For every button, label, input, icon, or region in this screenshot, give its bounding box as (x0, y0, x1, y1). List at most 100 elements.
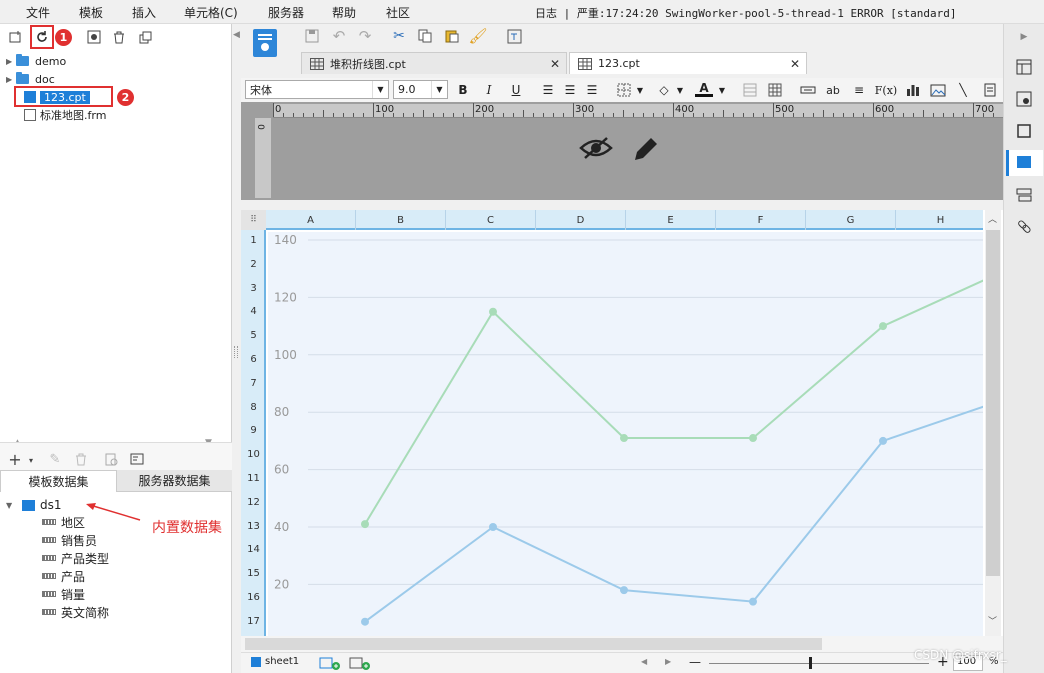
row-label[interactable]: 14 (241, 544, 266, 555)
data-point[interactable] (879, 322, 887, 331)
data-point[interactable] (749, 597, 757, 606)
font-size-select[interactable]: 9.0 ▼ (393, 80, 448, 99)
data-point[interactable] (879, 436, 887, 445)
row-label[interactable]: 12 (241, 497, 266, 508)
row-label[interactable]: 15 (241, 568, 266, 579)
delete-dataset-icon[interactable] (72, 450, 90, 468)
row-label[interactable]: 8 (241, 402, 266, 413)
menu-community[interactable]: 社区 (386, 4, 410, 21)
chart-attr-tab[interactable] (1006, 150, 1043, 176)
tab-template-dataset[interactable]: 模板数据集 (0, 470, 117, 492)
font-color-icon[interactable]: A (695, 81, 713, 97)
close-icon[interactable]: ✕ (550, 57, 560, 71)
log-status[interactable]: 日志 | 严重:17:24:20 SwingWorker-pool-5-thre… (535, 5, 957, 21)
copy-doc-icon[interactable] (416, 27, 434, 45)
zoom-slider-track[interactable] (709, 663, 929, 664)
font-select[interactable]: 宋体 ▼ (245, 80, 389, 99)
row-label[interactable]: 2 (241, 259, 266, 270)
dataset-settings-icon[interactable] (128, 450, 146, 468)
tab-stacked-line[interactable]: 堆积折线图.cpt ✕ (301, 52, 567, 74)
tree-item-map-frm[interactable]: 标准地图.frm (24, 106, 106, 124)
next-sheet-icon[interactable]: ▶ (665, 657, 671, 666)
field-item[interactable]: 英文简称 (42, 603, 109, 621)
tree-item-123-cpt[interactable]: 123.cpt (24, 88, 90, 106)
formula-button[interactable]: F(x) (875, 81, 897, 99)
redo-icon[interactable]: ↷ (356, 27, 374, 45)
row-label[interactable]: 10 (241, 449, 266, 460)
sheet-tab[interactable]: sheet1 (251, 656, 299, 667)
edit-icon[interactable]: ✎ (46, 450, 64, 468)
row-label[interactable]: 7 (241, 378, 266, 389)
panel-splitter[interactable]: ◀ (232, 24, 241, 673)
series-line-1[interactable] (364, 279, 985, 525)
row-label[interactable]: 11 (241, 473, 266, 484)
chevron-down-icon[interactable]: ▼ (372, 81, 388, 98)
new-folder-icon[interactable] (7, 28, 25, 46)
chart-icon[interactable] (904, 81, 922, 99)
hide-eye-icon[interactable] (579, 136, 613, 163)
template-icon[interactable] (253, 29, 277, 57)
scroll-down-icon[interactable]: ﹀ (988, 614, 997, 627)
refresh-icon[interactable] (33, 28, 51, 46)
menu-insert[interactable]: 插入 (132, 4, 156, 21)
align-right-icon[interactable]: ☰ (583, 81, 601, 99)
add-sheet-icon[interactable] (319, 656, 343, 673)
widget-settings-icon[interactable] (1014, 90, 1034, 108)
data-point[interactable] (361, 617, 369, 626)
data-point[interactable] (749, 434, 757, 443)
merge-icon[interactable] (799, 81, 817, 99)
prev-sheet-icon[interactable]: ◀ (641, 657, 647, 666)
row-label[interactable]: 5 (241, 330, 266, 341)
row-label[interactable]: 9 (241, 425, 266, 436)
field-item[interactable]: 产品类型 (42, 549, 109, 567)
format-painter-icon[interactable]: 🖌 (468, 27, 487, 45)
field-item[interactable]: 产品 (42, 567, 85, 585)
delete-icon[interactable] (110, 28, 128, 46)
menu-cell[interactable]: 单元格(C) (184, 4, 238, 21)
chart-container[interactable]: 20 40 60 80 100 120 140 (268, 232, 985, 636)
undo-icon[interactable]: ↶ (330, 27, 348, 45)
align-center-icon[interactable]: ☰ (561, 81, 579, 99)
scroll-thumb[interactable] (986, 230, 1000, 576)
paste-icon[interactable] (443, 27, 461, 45)
menu-server[interactable]: 服务器 (268, 4, 304, 21)
preview-icon[interactable] (102, 450, 120, 468)
data-point[interactable] (489, 307, 497, 316)
slash-icon[interactable]: ╲ (954, 81, 972, 99)
column-label[interactable]: D (536, 210, 626, 230)
cut-icon[interactable]: ✂ (390, 27, 408, 45)
field-item[interactable]: 销售员 (42, 531, 97, 549)
frame-icon[interactable] (1014, 122, 1034, 140)
edit-pencil-icon[interactable] (631, 134, 661, 167)
cell-attr-icon[interactable] (1014, 58, 1034, 76)
dataset-root-ds1[interactable]: ▼ ds1 (0, 496, 62, 514)
column-label[interactable]: B (356, 210, 446, 230)
zoom-out-button[interactable]: — (689, 655, 701, 669)
splitter-grip[interactable] (234, 346, 238, 358)
layers-icon[interactable] (1014, 186, 1034, 204)
expand-arrow-icon[interactable]: ▶ (6, 75, 16, 84)
column-label[interactable]: F (716, 210, 806, 230)
scroll-up-icon[interactable]: ︿ (988, 212, 997, 225)
align-left-icon[interactable]: ☰ (539, 81, 557, 99)
italic-button[interactable]: I (480, 81, 498, 99)
field-item[interactable]: 地区 (42, 513, 85, 531)
table-icon[interactable] (766, 81, 784, 99)
vertical-scrollbar[interactable]: ︿ ﹀ (985, 210, 1001, 636)
underline-button[interactable]: U (507, 81, 525, 99)
expand-arrow-icon[interactable]: ▶ (6, 57, 16, 66)
settings-icon[interactable] (85, 28, 103, 46)
row-label[interactable]: 1 (241, 235, 266, 246)
bold-button[interactable]: B (454, 81, 472, 99)
field-item[interactable]: 销量 (42, 585, 85, 603)
chevron-down-icon[interactable]: ▾ (22, 451, 40, 469)
row-label[interactable]: 3 (241, 283, 266, 294)
collapse-arrow-icon[interactable]: ▼ (6, 501, 16, 510)
select-all-icon[interactable]: ⠿ (241, 210, 266, 230)
zoom-slider-thumb[interactable] (809, 657, 812, 669)
tree-item-demo[interactable]: ▶ demo (0, 52, 66, 70)
data-point[interactable] (489, 523, 497, 531)
horizontal-scrollbar[interactable] (241, 636, 1003, 652)
save-icon[interactable] (303, 27, 321, 45)
cell-border-icon[interactable] (741, 81, 759, 99)
